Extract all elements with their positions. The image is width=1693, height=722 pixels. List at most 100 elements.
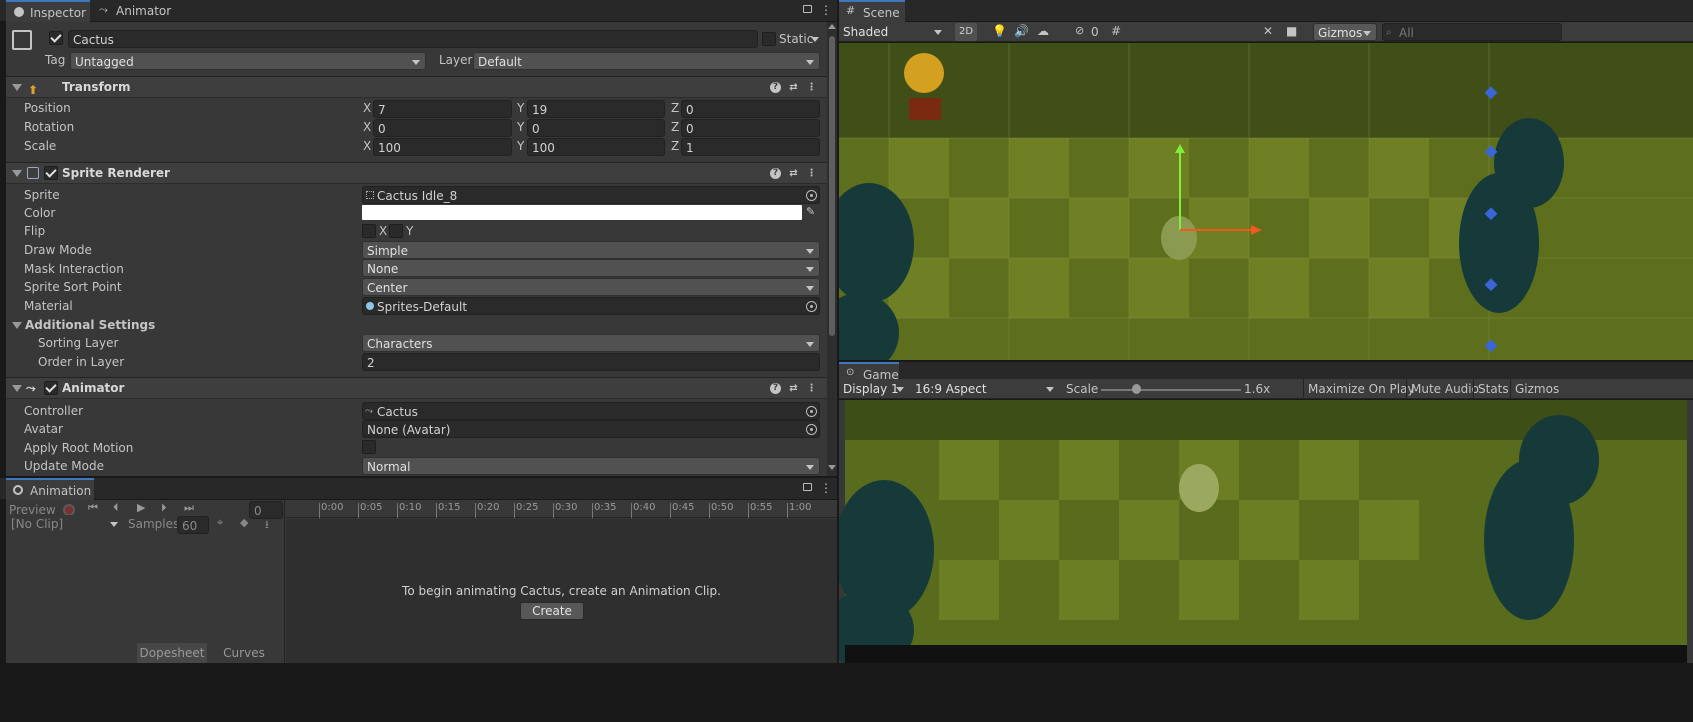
timeline-ruler[interactable]: 0:00 0:05 0:10 0:15 0:20 0:25 0:30 0:35 0:40 0:45… — [286, 500, 837, 518]
avatar-field[interactable]: None (Avatar) — [362, 420, 820, 438]
gizmos-dropdown[interactable]: Gizmos — [1313, 23, 1377, 41]
scale-x-field[interactable]: 100 — [373, 138, 512, 156]
sprite-sort-point-dropdown[interactable]: Center — [362, 278, 820, 296]
inspector-scrollbar[interactable] — [827, 22, 837, 476]
maximize-on-play-toggle[interactable]: Maximize On Play — [1308, 380, 1415, 398]
foldout-icon[interactable] — [12, 170, 22, 177]
scene-view[interactable] — [839, 43, 1693, 360]
tools-icon[interactable]: ✕ — [1263, 24, 1273, 38]
last-frame-icon[interactable]: ⏭ — [184, 501, 194, 515]
tab-curves[interactable]: Curves — [209, 643, 279, 663]
help-icon[interactable]: ? — [770, 82, 781, 93]
scale-slider-track[interactable] — [1101, 389, 1241, 391]
play-icon[interactable]: ▶ — [137, 501, 145, 514]
stats-toggle[interactable]: Stats — [1478, 380, 1509, 398]
scale-y-field[interactable]: 100 — [527, 138, 665, 156]
controller-field[interactable]: ⤳ Cactus — [362, 402, 820, 420]
active-checkbox[interactable] — [49, 31, 63, 45]
position-z-field[interactable]: 0 — [681, 100, 820, 118]
static-checkbox[interactable] — [762, 32, 776, 46]
add-event-icon[interactable]: ⭳ — [265, 516, 269, 535]
keyframe-icon[interactable]: ⌖ — [217, 516, 223, 530]
position-x-field[interactable]: 7 — [373, 100, 512, 118]
add-keyframe-icon[interactable]: ◆ — [240, 516, 248, 529]
additional-settings-label[interactable]: Additional Settings — [25, 316, 155, 334]
tag-dropdown[interactable]: Untagged — [70, 52, 426, 70]
scroll-thumb[interactable] — [829, 36, 835, 336]
camera-icon[interactable]: ■ — [1286, 24, 1297, 38]
tab-dopesheet[interactable]: Dopesheet — [137, 643, 207, 663]
rotation-y-field[interactable]: 0 — [527, 119, 665, 137]
next-frame-icon[interactable]: ⏵ — [161, 501, 167, 515]
game-view[interactable] — [839, 400, 1693, 663]
layer-dropdown[interactable]: Default — [473, 52, 820, 70]
rotation-x-field[interactable]: 0 — [373, 119, 512, 137]
position-y-field[interactable]: 19 — [527, 100, 665, 118]
grid-toggle-icon[interactable]: # — [1111, 24, 1121, 38]
flip-x-checkbox[interactable] — [362, 224, 376, 238]
object-picker-icon[interactable] — [806, 301, 817, 312]
sprite-renderer-enabled[interactable] — [44, 166, 58, 180]
tab-animation[interactable]: Animation — [6, 478, 94, 500]
material-field[interactable]: Sprites-Default — [362, 297, 820, 315]
flip-y-checkbox[interactable] — [389, 224, 403, 238]
additional-settings-foldout-icon[interactable] — [12, 322, 22, 329]
scroll-up-icon[interactable] — [828, 24, 836, 29]
tab-inspector[interactable]: Inspector — [6, 0, 90, 22]
help-icon[interactable]: ? — [770, 383, 781, 394]
static-dropdown-icon[interactable] — [811, 37, 819, 42]
lighting-icon[interactable]: 💡 — [992, 24, 1007, 38]
sprite-renderer-header[interactable]: Sprite Renderer ? ⇄ ⋮ — [6, 162, 827, 184]
mute-audio-toggle[interactable]: Mute Audio — [1411, 380, 1479, 398]
eyedropper-icon[interactable]: ✎ — [806, 205, 815, 218]
tab-animator[interactable]: ⤳ Animator — [92, 0, 180, 22]
sorting-layer-dropdown[interactable]: Characters — [362, 334, 820, 352]
scroll-down-icon[interactable] — [828, 465, 836, 470]
prev-frame-icon[interactable]: ⏴ — [113, 501, 119, 515]
help-icon[interactable]: ? — [770, 168, 781, 179]
hidden-objects-icon[interactable]: ⊘ — [1075, 24, 1084, 37]
object-picker-icon[interactable] — [806, 424, 817, 435]
display-dropdown[interactable]: Display 1 — [839, 380, 909, 398]
game-gizmos-dropdown[interactable]: Gizmos — [1515, 380, 1559, 398]
samples-field[interactable]: 60 — [177, 516, 209, 534]
order-in-layer-field[interactable]: 2 — [362, 353, 820, 371]
sprite-field[interactable]: Cactus Idle_8 — [362, 186, 820, 204]
create-button[interactable]: Create — [520, 602, 584, 620]
tab-scene[interactable]: # Scene — [839, 0, 905, 22]
transform-header[interactable]: ⬆ Transform ? ⇄ ⋮ — [6, 76, 827, 98]
aspect-dropdown[interactable]: 16:9 Aspect — [911, 380, 1059, 398]
gameobject-icon[interactable] — [12, 30, 32, 50]
component-menu-icon[interactable]: ⋮ — [806, 168, 817, 179]
object-picker-icon[interactable] — [806, 190, 817, 201]
shading-dropdown[interactable]: Shaded — [839, 23, 947, 41]
audio-icon[interactable]: 🔊 — [1014, 24, 1029, 38]
update-mode-dropdown[interactable]: Normal — [362, 457, 820, 475]
scene-search-input[interactable]: ⌕ All — [1382, 23, 1562, 41]
scale-slider-thumb[interactable] — [1132, 384, 1141, 394]
scale-z-field[interactable]: 1 — [681, 138, 820, 156]
object-name-field[interactable]: Cactus — [68, 30, 758, 48]
apply-root-motion-checkbox[interactable] — [362, 440, 376, 454]
component-menu-icon[interactable]: ⋮ — [806, 383, 817, 394]
animator-enabled[interactable] — [44, 381, 58, 395]
object-picker-icon[interactable] — [806, 406, 817, 417]
color-swatch[interactable] — [362, 205, 802, 220]
rotation-z-field[interactable]: 0 — [681, 119, 820, 137]
animator-header[interactable]: ⤳ Animator ? ⇄ ⋮ — [6, 377, 827, 399]
effects-icon[interactable]: ☁ — [1037, 24, 1049, 38]
preset-icon[interactable]: ⇄ — [788, 383, 799, 394]
draw-mode-dropdown[interactable]: Simple — [362, 241, 820, 259]
preset-icon[interactable]: ⇄ — [788, 82, 799, 93]
preset-icon[interactable]: ⇄ — [788, 168, 799, 179]
more-menu-icon[interactable]: ⋮ — [820, 481, 832, 495]
foldout-icon[interactable] — [12, 385, 22, 392]
more-menu-icon[interactable]: ⋮ — [820, 3, 832, 17]
2d-toggle[interactable]: 2D — [955, 23, 978, 41]
first-frame-icon[interactable]: ⏮ — [88, 501, 98, 515]
clip-dropdown[interactable]: [No Clip] — [7, 515, 123, 533]
foldout-icon[interactable] — [12, 84, 22, 91]
mask-interaction-dropdown[interactable]: None — [362, 259, 820, 277]
component-menu-icon[interactable]: ⋮ — [806, 82, 817, 93]
lock-icon[interactable] — [803, 5, 812, 13]
